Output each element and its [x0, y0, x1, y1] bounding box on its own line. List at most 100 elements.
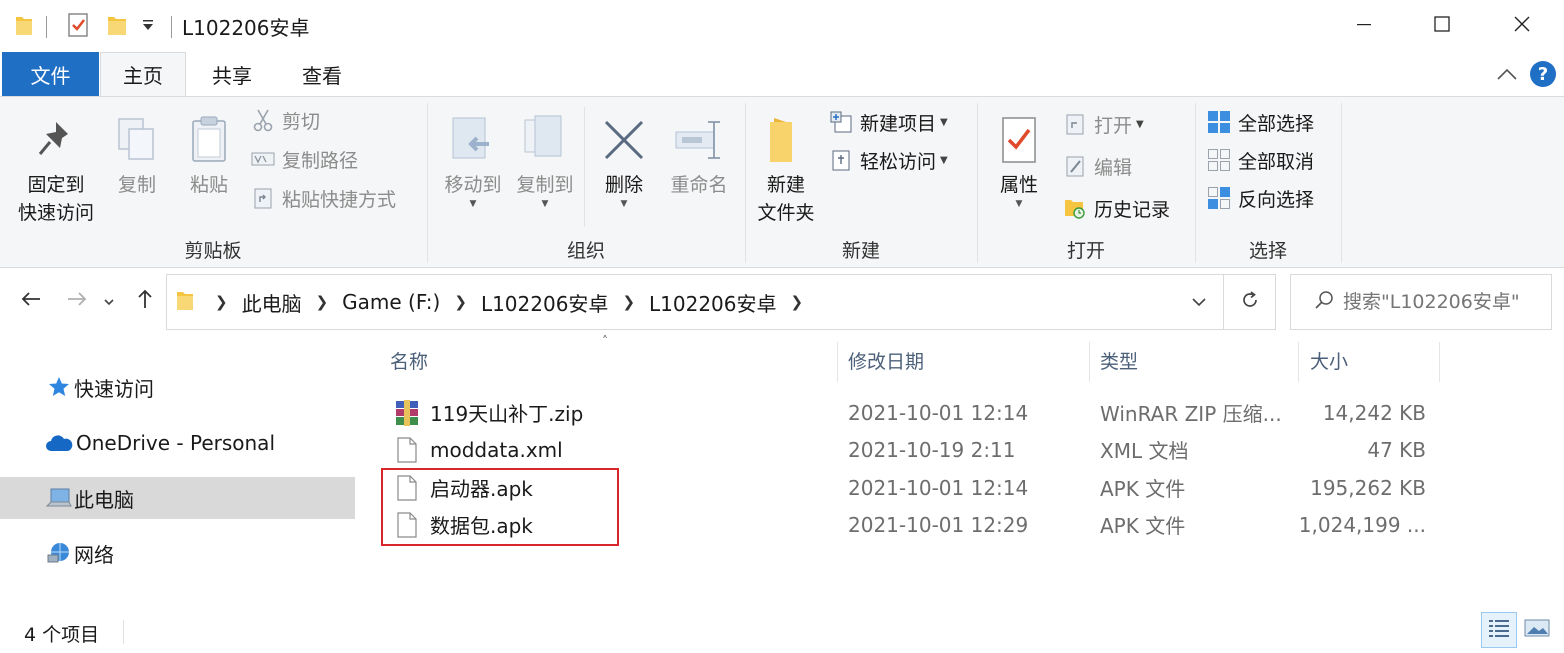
item-count: 4 个项目: [24, 624, 100, 646]
pin-to-quick-access-button[interactable]: 固定到 快速访问: [8, 109, 104, 227]
column-header-size[interactable]: 大小: [1310, 336, 1434, 384]
column-header-type[interactable]: 类型: [1100, 336, 1296, 384]
cloud-icon: [42, 428, 76, 458]
copy-to-icon: [506, 109, 584, 171]
breadcrumb-item-drive[interactable]: Game (F:): [342, 290, 440, 314]
arrow-right-icon: [66, 290, 88, 312]
breadcrumb-item-current-folder[interactable]: L102206安卓: [649, 288, 777, 317]
search-box[interactable]: [1290, 274, 1552, 330]
new-folder-button[interactable]: 新建 文件夹: [746, 109, 826, 227]
chevron-down-icon: [1191, 293, 1207, 312]
file-type: APK 文件: [1100, 477, 1186, 501]
clipboard-group: 固定到 快速访问 复制 粘贴 剪切 复制路径 粘贴快捷方式 剪贴板: [0, 97, 426, 267]
history-button[interactable]: 历史记录: [1062, 193, 1170, 223]
dropdown-arrow-icon: [140, 17, 156, 37]
address-bar[interactable]: ❯ 此电脑 ❯ Game (F:) ❯ L102206安卓 ❯ L102206安…: [166, 274, 1276, 330]
tab-home[interactable]: 主页: [100, 52, 186, 96]
back-button[interactable]: [16, 286, 46, 316]
file-name: moddata.xml: [430, 437, 563, 462]
maximize-button[interactable]: [1402, 0, 1482, 52]
collapse-ribbon-button[interactable]: [1496, 66, 1518, 86]
tab-view[interactable]: 查看: [282, 52, 362, 96]
nav-item-onedrive[interactable]: OneDrive - Personal: [0, 422, 355, 464]
chevron-right-icon[interactable]: ❯: [215, 293, 228, 311]
invert-selection-icon: [1206, 185, 1232, 211]
column-header-name[interactable]: 名称: [390, 336, 836, 384]
scissors-icon: [250, 107, 276, 133]
chevron-right-icon[interactable]: ❯: [316, 293, 329, 311]
select-none-icon: [1206, 147, 1232, 173]
network-icon: [44, 538, 74, 568]
new-item-icon: [828, 109, 854, 135]
breadcrumb-item-folder[interactable]: L102206安卓: [481, 288, 609, 317]
details-view-icon: [1487, 617, 1511, 643]
nav-item-network[interactable]: 网络: [0, 532, 355, 574]
copy-path-icon: [250, 146, 276, 172]
properties-quick-button[interactable]: [66, 13, 90, 40]
up-button[interactable]: [130, 286, 160, 316]
table-row[interactable]: moddata.xml 2021-10-19 2:11 XML 文档 47 KB: [380, 431, 1440, 468]
new-item-button[interactable]: 新建项目 ▼: [828, 107, 948, 137]
customize-toolbar-button[interactable]: [140, 14, 156, 40]
title-bar: L102206安卓: [0, 0, 1564, 52]
cut-button[interactable]: 剪切: [250, 105, 320, 135]
chevron-right-icon[interactable]: ❯: [622, 293, 635, 311]
minimize-button[interactable]: [1324, 0, 1404, 52]
move-to-icon: [434, 109, 512, 171]
new-folder-quick-button[interactable]: [106, 14, 128, 40]
properties-button[interactable]: 属性 ▼: [982, 109, 1056, 209]
search-icon: [1313, 289, 1335, 315]
delete-button[interactable]: 删除 ▼: [592, 109, 656, 209]
easy-access-icon: [828, 147, 854, 173]
clipboard-group-label: 剪贴板: [184, 240, 242, 262]
table-row[interactable]: 119天山补丁.zip 2021-10-01 12:14 WinRAR ZIP …: [380, 394, 1440, 431]
tab-share[interactable]: 共享: [192, 52, 272, 96]
help-button[interactable]: ?: [1530, 61, 1556, 87]
open-group: 属性 ▼ 打开 ▼ 编辑 历史记录 打开: [978, 97, 1194, 267]
large-icons-view-button[interactable]: [1519, 612, 1555, 648]
quick-access-toolbar: [14, 14, 34, 40]
paste-shortcut-button[interactable]: 粘贴快捷方式: [250, 183, 396, 213]
paste-button[interactable]: 粘贴: [176, 109, 242, 199]
details-view-button[interactable]: [1481, 612, 1517, 648]
copy-to-button[interactable]: 复制到 ▼: [506, 109, 584, 209]
folder-icon: [746, 109, 826, 171]
tab-file[interactable]: 文件: [2, 52, 99, 96]
select-none-button[interactable]: 全部取消: [1206, 145, 1314, 175]
file-name: 119天山补丁.zip: [430, 402, 584, 426]
recent-locations-button[interactable]: [98, 286, 120, 316]
pin-icon: [8, 109, 104, 171]
chevron-right-icon[interactable]: ❯: [454, 293, 467, 311]
nav-item-quick-access[interactable]: 快速访问: [0, 366, 355, 408]
easy-access-button[interactable]: 轻松访问 ▼: [828, 145, 948, 175]
address-history-button[interactable]: [1179, 287, 1219, 317]
search-input[interactable]: [1343, 291, 1533, 313]
checkmark-document-icon: [982, 109, 1056, 171]
chevron-right-icon[interactable]: ❯: [791, 293, 804, 311]
copy-button[interactable]: 复制: [104, 109, 170, 199]
column-header-date[interactable]: 修改日期: [848, 336, 1088, 384]
edit-pencil-icon: [1062, 153, 1088, 179]
rename-button[interactable]: 重命名: [660, 109, 738, 199]
move-to-button[interactable]: 移动到 ▼: [434, 109, 512, 209]
delete-x-icon: [592, 109, 656, 171]
refresh-button[interactable]: [1223, 275, 1275, 329]
edit-button[interactable]: 编辑: [1062, 151, 1132, 181]
open-button[interactable]: 打开 ▼: [1062, 109, 1144, 139]
close-button[interactable]: [1482, 0, 1562, 52]
organize-group: 移动到 ▼ 复制到 ▼ 删除 ▼ 重命名 组织: [428, 97, 744, 267]
invert-selection-button[interactable]: 反向选择: [1206, 183, 1314, 213]
file-size: 47 KB: [1367, 437, 1426, 462]
breadcrumb: ❯ 此电脑 ❯ Game (F:) ❯ L102206安卓 ❯ L102206安…: [175, 275, 817, 329]
breadcrumb-item-this-pc[interactable]: 此电脑: [242, 288, 302, 317]
chevron-down-icon: [103, 292, 115, 311]
document-icon: [394, 435, 420, 465]
select-all-button[interactable]: 全部选择: [1206, 107, 1314, 137]
copy-path-button[interactable]: 复制路径: [250, 144, 358, 174]
paste-shortcut-icon: [250, 185, 276, 211]
arrow-left-icon: [20, 290, 42, 312]
forward-button[interactable]: [62, 286, 92, 316]
nav-item-this-pc[interactable]: 此电脑: [0, 477, 355, 519]
close-icon: [1514, 16, 1530, 36]
navigation-row: ❯ 此电脑 ❯ Game (F:) ❯ L102206安卓 ❯ L102206安…: [0, 268, 1564, 336]
